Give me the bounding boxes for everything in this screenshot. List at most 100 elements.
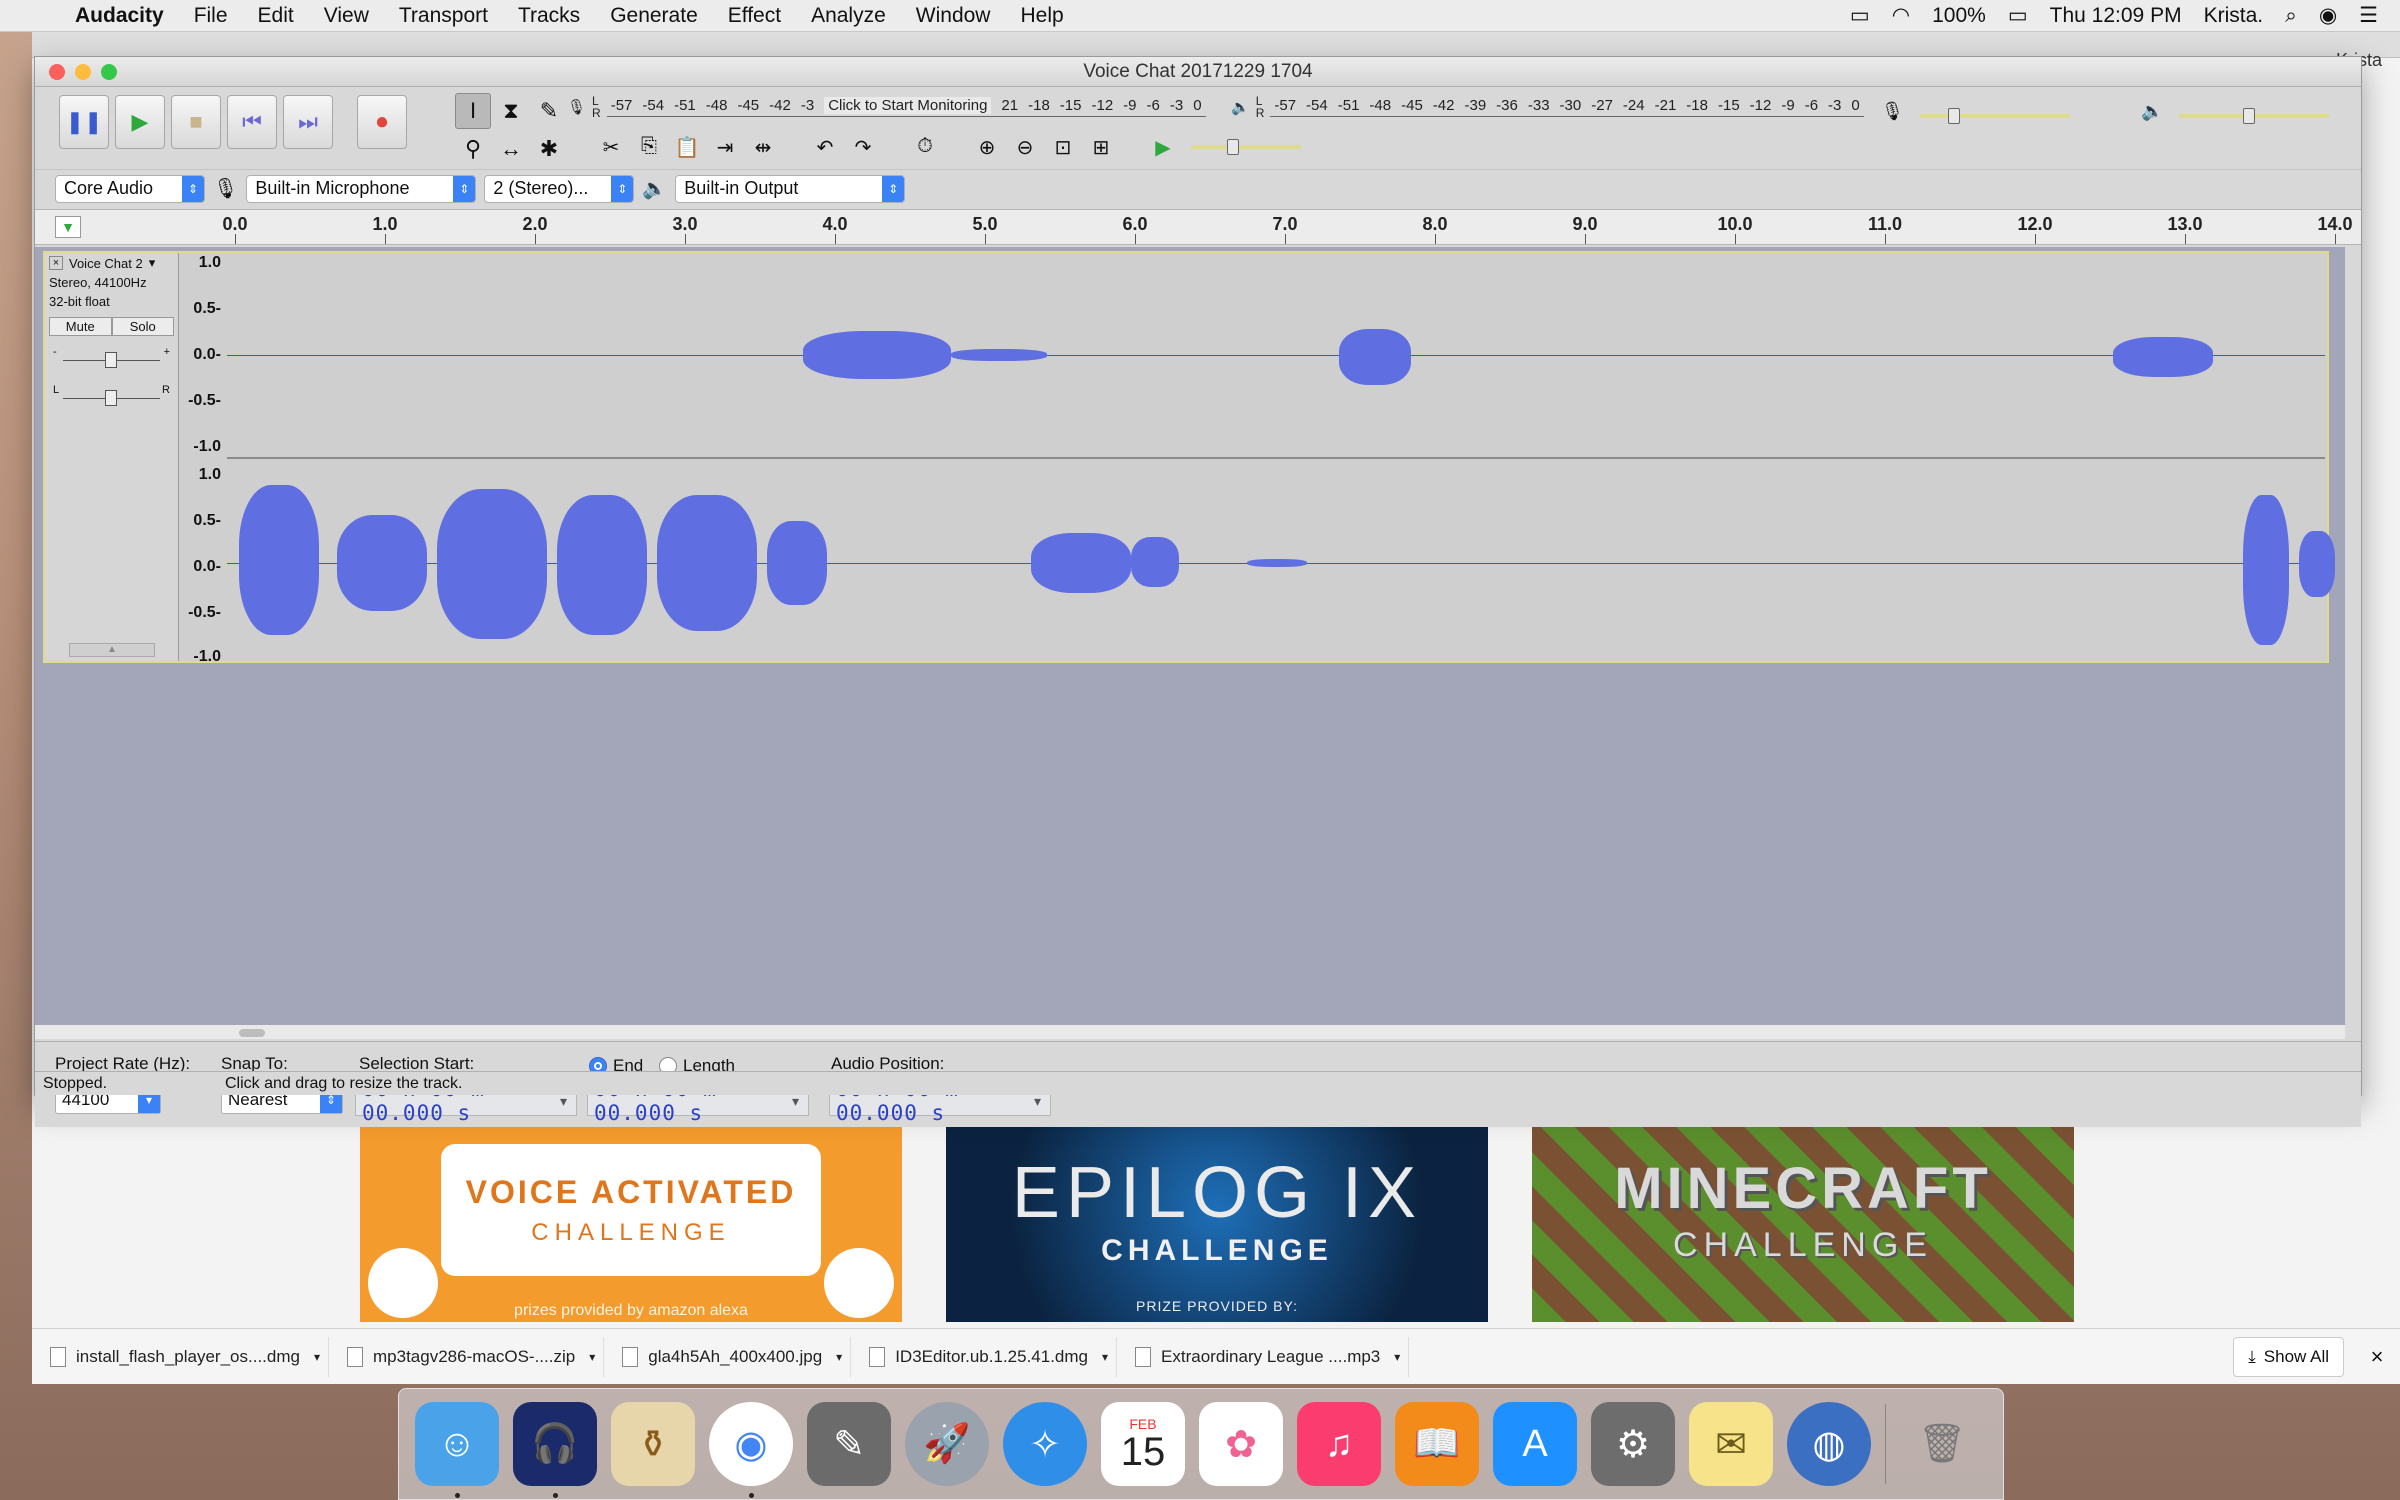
start-monitoring-label[interactable]: Click to Start Monitoring [824,97,992,114]
playback-volume-slider[interactable] [2179,107,2330,124]
minimize-window-button[interactable] [75,64,91,80]
download-item[interactable]: install_flash_player_os....dmg ▾ [42,1336,329,1377]
mp3tag-app-icon[interactable]: ⚱ [611,1402,695,1486]
stickies-icon[interactable]: ✉ [1689,1402,1773,1486]
safari-icon[interactable]: ✧ [1003,1402,1087,1486]
trash-icon[interactable]: 🗑 [1900,1402,1984,1486]
copy-icon[interactable]: ⎘ [633,135,665,160]
user-name[interactable]: Krista. [2204,4,2264,28]
fit-project-icon[interactable]: ⊞ [1085,135,1117,160]
app-store-icon[interactable]: A [1493,1402,1577,1486]
play-button[interactable]: ▶ [115,95,165,149]
envelope-tool-icon[interactable]: ⧗ [493,93,529,129]
input-channels-select[interactable]: 2 (Stereo)... ⇕ [484,174,635,203]
draw-tool-icon[interactable]: ✎ [531,93,567,129]
input-device-select[interactable]: Built-in Microphone ⇕ [246,174,477,203]
play-head-icon[interactable]: ▼ [55,216,81,238]
chevron-down-icon[interactable]: ▾ [314,1350,320,1364]
skip-to-start-button[interactable]: ⏮ [227,95,277,149]
gain-slider-thumb[interactable] [105,352,117,368]
pan-slider[interactable]: L R [49,384,174,412]
track-panel[interactable]: × Voice Chat 2 ▾ Stereo, 44100Hz 32-bit … [35,247,2345,1025]
menu-effect[interactable]: Effect [713,4,796,28]
audio-host-select[interactable]: Core Audio ⇕ [55,174,205,203]
zoom-tool-icon[interactable]: ⚲ [455,131,491,167]
menu-transport[interactable]: Transport [384,4,503,28]
menu-window[interactable]: Window [901,4,1006,28]
skip-to-end-button[interactable]: ⏭ [283,95,333,149]
multi-tool-icon[interactable]: ✱ [531,131,567,167]
epilog-card[interactable]: EPILOG IX CHALLENGE PRIZE PROVIDED BY: [946,1098,1488,1322]
output-device-select[interactable]: Built-in Output ⇕ [675,174,906,203]
show-all-button[interactable]: ⤓ Show All [2233,1336,2344,1377]
timeline-ruler[interactable]: ▼ 0.0 1.0 2.0 3.0 4.0 5.0 6.0 7.0 8.0 9.0 10.0 11.0… [35,209,2361,245]
calendar-icon[interactable]: FEB 15 [1101,1402,1185,1486]
pause-button[interactable]: ❚❚ [59,95,109,149]
audacity-icon[interactable]: 🎧 [513,1402,597,1498]
record-button[interactable]: ⏺ [357,95,407,149]
finder-icon[interactable]: ☺ [415,1402,499,1498]
zoom-in-icon[interactable]: ⊕ [971,135,1003,160]
close-downloads-button[interactable]: × [2354,1344,2400,1370]
track-name-row[interactable]: × Voice Chat 2 ▾ [49,255,174,271]
slider-thumb[interactable] [1227,139,1239,155]
silence-icon[interactable]: ⇹ [747,135,779,160]
ibooks-icon[interactable]: 📖 [1395,1402,1479,1486]
minecraft-card[interactable]: MINECRAFT CHALLENGE [1532,1098,2074,1322]
right-channel-waveform[interactable] [227,465,2335,661]
slider-thumb[interactable] [2243,107,2256,124]
menu-edit[interactable]: Edit [243,4,309,28]
download-item[interactable]: mp3tagv286-macOS-....zip ▾ [339,1336,605,1377]
wifi-icon[interactable]: ◠ [1892,3,1910,28]
horizontal-scrollbar[interactable] [35,1025,2345,1039]
undo-icon[interactable]: ↶ [809,135,841,160]
solo-button[interactable]: Solo [111,317,174,336]
redo-icon[interactable]: ↷ [847,135,879,160]
siri-icon[interactable]: ◉ [2319,3,2337,28]
voice-activated-card[interactable]: VOICE ACTIVATED CHALLENGE prizes provide… [360,1098,902,1322]
itunes-icon[interactable]: ♫ [1297,1402,1381,1486]
fit-selection-icon[interactable]: ⊡ [1047,135,1079,160]
left-channel-waveform[interactable] [227,253,2325,459]
download-item[interactable]: Extraordinary League ....mp3 ▾ [1127,1336,1410,1377]
close-track-icon[interactable]: × [49,256,63,270]
play-at-speed-icon[interactable]: ▶ [1147,135,1179,160]
download-item[interactable]: gla4h5Ah_400x400.jpg ▾ [614,1336,852,1377]
menu-file[interactable]: File [179,4,243,28]
photos-icon[interactable]: ✿ [1199,1402,1283,1486]
gain-slider[interactable]: - + [49,346,174,374]
scrollbar-thumb[interactable] [239,1029,265,1037]
menu-generate[interactable]: Generate [595,4,713,28]
audio-track[interactable]: × Voice Chat 2 ▾ Stereo, 44100Hz 32-bit … [43,251,2335,665]
close-window-button[interactable] [49,64,65,80]
track-name[interactable]: Voice Chat 2 [69,256,143,271]
network-globe-icon[interactable]: ◍ [1787,1402,1871,1486]
selection-tool-icon[interactable]: I [455,93,491,129]
chrome-icon[interactable]: ◉ [709,1402,793,1498]
notification-center-icon[interactable]: ☰ [2359,3,2378,28]
slider-thumb[interactable] [1947,107,1960,124]
play-at-speed-slider[interactable] [1183,139,1301,155]
battery-icon[interactable]: ▭ [2008,3,2028,28]
mixer-toolbar-playback-volume[interactable]: 🔈 [2141,101,2330,124]
pan-slider-thumb[interactable] [105,390,117,406]
zoom-window-button[interactable] [101,64,117,80]
download-item[interactable]: ID3Editor.ub.1.25.41.dmg ▾ [861,1336,1118,1377]
airplay-icon[interactable]: ▭ [1850,3,1870,28]
sync-lock-icon[interactable]: ⏱ [909,135,941,160]
spotlight-search-icon[interactable]: ⌕ [2285,4,2297,28]
trim-icon[interactable]: ⇥ [709,135,741,160]
mixer-toolbar-record-volume[interactable]: 🎙 [1881,101,2070,124]
menu-tracks[interactable]: Tracks [503,4,595,28]
collapse-track-button[interactable]: ▲ [69,643,155,657]
clock[interactable]: Thu 12:09 PM [2050,4,2182,28]
chevron-down-icon[interactable]: ▾ [836,1350,842,1364]
battery-percent[interactable]: 100% [1932,4,1986,28]
mute-button[interactable]: Mute [49,317,112,336]
paste-icon[interactable]: 📋 [671,135,703,160]
chevron-down-icon[interactable]: ▾ [589,1350,595,1364]
recording-meter[interactable]: 🎙 LR -57 -54 -51 -48 -45 -42 -3 Click to Start… [567,95,1206,119]
record-volume-slider[interactable] [1919,107,2070,124]
chevron-down-icon[interactable]: ▾ [149,255,156,271]
menu-help[interactable]: Help [1005,4,1078,28]
